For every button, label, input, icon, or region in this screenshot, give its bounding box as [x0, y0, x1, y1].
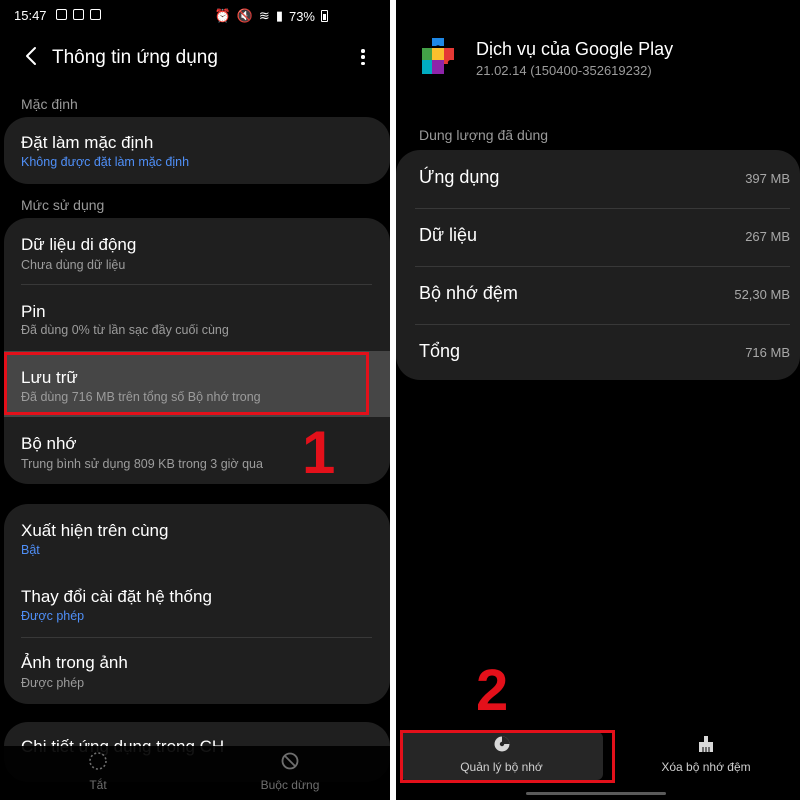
- mobile-data-title: Dữ liệu di động: [21, 235, 137, 254]
- picture-in-picture-subtitle: Được phép: [21, 676, 85, 690]
- storage-row-label: Ứng dụng: [419, 167, 500, 187]
- mute-icon: 🔇: [236, 8, 253, 23]
- mobile-data-item[interactable]: Dữ liệu di động Chưa dùng dữ liệu: [4, 218, 390, 284]
- storage-row-value: 52,30 MB: [734, 287, 790, 302]
- home-indicator: [526, 792, 666, 795]
- battery-title: Pin: [21, 302, 46, 321]
- notification-icons: [56, 9, 101, 20]
- picture-in-picture-item[interactable]: Ảnh trong ảnh Được phép: [4, 638, 390, 704]
- storage-used-label: Dung lượng đã dùng: [419, 127, 549, 143]
- appear-on-top-title: Xuất hiện trên cùng: [21, 521, 169, 540]
- storage-screen: Dịch vụ của Google Play 21.02.14 (150400…: [396, 0, 800, 800]
- google-play-services-icon: [422, 38, 454, 74]
- disable-label: Tắt: [89, 778, 107, 792]
- signal-icon: ▮: [275, 8, 283, 23]
- set-default-item[interactable]: Đặt làm mặc định Không được đặt làm mặc …: [4, 117, 390, 184]
- annotation-highlight-box: [400, 730, 615, 783]
- storage-card: Ứng dụng 397 MB Dữ liệu 267 MB Bộ nhớ đệ…: [396, 150, 800, 380]
- disable-button[interactable]: Tắt: [28, 750, 168, 792]
- storage-row-label: Dữ liệu: [419, 225, 478, 245]
- status-time: 15:47: [14, 8, 47, 23]
- wifi-icon: ≋: [258, 8, 270, 23]
- broom-icon: [699, 736, 713, 752]
- clear-cache-button[interactable]: Xóa bộ nhớ đệm: [636, 732, 776, 780]
- default-card: Đặt làm mặc định Không được đặt làm mặc …: [4, 117, 390, 184]
- appear-on-top-item[interactable]: Xuất hiện trên cùng Bật: [4, 504, 390, 570]
- storage-row-value: 267 MB: [745, 229, 790, 244]
- alarm-icon: ⏰: [214, 8, 231, 23]
- storage-row-label: Tổng: [419, 341, 461, 361]
- battery-item[interactable]: Pin Đã dùng 0% từ lần sạc đầy cuối cùng: [4, 285, 390, 351]
- disable-icon: [89, 752, 107, 770]
- set-default-title: Đặt làm mặc định: [21, 133, 154, 152]
- force-stop-button[interactable]: Buộc dừng: [220, 750, 360, 792]
- header: Thông tin ứng dụng: [0, 40, 390, 74]
- storage-row-app: Ứng dụng 397 MB: [396, 150, 800, 208]
- section-default-label: Mặc định: [21, 96, 78, 112]
- storage-action-bar: Quản lý bộ nhớ Xóa bộ nhớ đệm: [396, 720, 800, 800]
- storage-row-cache: Bộ nhớ đệm 52,30 MB: [396, 266, 800, 324]
- more-options-icon[interactable]: [358, 46, 368, 68]
- annotation-number-2: 2: [476, 658, 509, 723]
- storage-row-value: 716 MB: [745, 345, 790, 360]
- back-arrow-icon[interactable]: [20, 44, 44, 68]
- memory-subtitle: Trung bình sử dụng 809 KB trong 3 giờ qu…: [21, 457, 263, 471]
- battery-percent: 73%: [288, 8, 315, 24]
- mobile-data-subtitle: Chưa dùng dữ liệu: [21, 258, 126, 272]
- status-bar: 15:47 ⏰ 🔇 ≋ ▮ 73%: [0, 0, 390, 30]
- appear-on-top-subtitle: Bật: [21, 543, 40, 557]
- app-version: 21.02.14 (150400-352619232): [476, 63, 652, 78]
- annotation-number-1: 1: [302, 419, 336, 486]
- page-title: Thông tin ứng dụng: [52, 47, 218, 68]
- storage-row-label: Bộ nhớ đệm: [419, 283, 518, 303]
- app-notification-icon: [90, 9, 101, 20]
- modify-settings-subtitle: Được phép: [21, 609, 85, 623]
- gallery-notification-icon: [56, 9, 67, 20]
- battery-icon: [321, 10, 328, 22]
- section-usage-label: Mức sử dụng: [21, 197, 105, 213]
- storage-row-value: 397 MB: [745, 171, 790, 186]
- picture-in-picture-title: Ảnh trong ảnh: [21, 653, 128, 672]
- modify-settings-item[interactable]: Thay đổi cài đặt hệ thống Được phép: [4, 571, 390, 637]
- clear-cache-label: Xóa bộ nhớ đệm: [661, 760, 751, 774]
- set-default-subtitle: Không được đặt làm mặc định: [21, 155, 190, 169]
- force-stop-icon: [281, 752, 299, 770]
- s-notification-icon: [73, 9, 84, 20]
- modify-settings-title: Thay đổi cài đặt hệ thống: [21, 587, 212, 606]
- annotation-highlight-box: [4, 352, 369, 415]
- storage-row-data: Dữ liệu 267 MB: [396, 208, 800, 266]
- app-info-screen: 15:47 ⏰ 🔇 ≋ ▮ 73% Thông tin ứng dụng Mặc…: [0, 0, 390, 800]
- force-stop-label: Buộc dừng: [260, 778, 320, 792]
- app-name: Dịch vụ của Google Play: [476, 39, 674, 59]
- status-right-icons: ⏰ 🔇 ≋ ▮ 73%: [215, 8, 328, 24]
- battery-subtitle: Đã dùng 0% từ lần sạc đầy cuối cùng: [21, 323, 229, 337]
- bottom-action-bar: Tắt Buộc dừng: [0, 746, 390, 800]
- memory-title: Bộ nhớ: [21, 434, 77, 453]
- storage-row-total: Tổng 716 MB: [396, 324, 800, 382]
